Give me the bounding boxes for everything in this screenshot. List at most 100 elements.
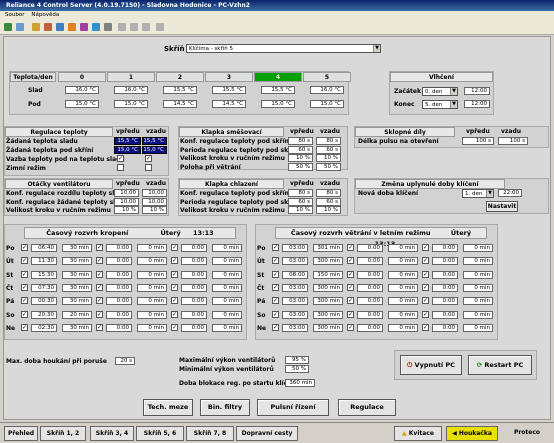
klapka_ch-value[interactable]: 60 s <box>288 197 313 206</box>
schedule-start-time-3[interactable]: 0:00 <box>432 244 458 252</box>
schedule-duration-3[interactable]: 0 min <box>463 323 493 332</box>
schedule-start-time-2[interactable]: 0:00 <box>357 310 383 319</box>
schedule-start-time-3[interactable]: 0:00 <box>432 323 458 332</box>
schedule-start-time-3[interactable]: 0:00 <box>181 297 207 306</box>
footer-button[interactable]: Pulsní řízení <box>257 399 329 416</box>
schedule-start-time-2[interactable]: 0:00 <box>357 270 383 279</box>
vlhceni-end-time[interactable]: 12:00 <box>464 100 490 108</box>
schedule-enable-checkbox[interactable]: ✓ <box>96 283 103 291</box>
schedule-enable-checkbox[interactable]: ✓ <box>347 270 354 278</box>
schedule-start-time[interactable]: 03:00 <box>282 297 308 306</box>
klapka_sm-value[interactable]: 60 s <box>316 145 341 154</box>
klapka_sm-value[interactable]: 50 % <box>288 162 313 171</box>
schedule-start-time-3[interactable]: 0:00 <box>432 310 458 319</box>
schedule-duration[interactable]: 300 min <box>313 323 343 332</box>
schedule-duration[interactable]: 300 min <box>313 257 343 266</box>
schedule-duration[interactable]: 20 min <box>62 310 92 319</box>
sklopne-value[interactable]: 100 s <box>462 137 494 145</box>
schedule-duration-2[interactable]: 0 min <box>388 270 418 279</box>
otacky-value[interactable]: 10,00 <box>142 189 167 197</box>
schedule-start-time[interactable]: 03:00 <box>282 257 308 266</box>
day-temp-value[interactable]: 16,0 °C <box>65 86 99 94</box>
schedule-duration[interactable]: 301 min <box>313 244 343 252</box>
alarm-icon[interactable] <box>68 23 76 31</box>
schedule-enable-checkbox[interactable]: ✓ <box>171 283 178 291</box>
schedule-start-time-2[interactable]: 0:00 <box>106 257 132 266</box>
day-col-3[interactable]: 3 <box>205 72 253 82</box>
schedule-start-time[interactable]: 06:40 <box>31 244 57 252</box>
regulace-value[interactable]: 15,0 °C <box>114 146 141 154</box>
schedule-duration-2[interactable]: 0 min <box>137 283 167 292</box>
schedule-duration-2[interactable]: 0 min <box>137 310 167 319</box>
schedule-start-time[interactable]: 07:30 <box>31 283 57 292</box>
schedule-duration[interactable]: 300 min <box>313 297 343 306</box>
schedule-start-time-3[interactable]: 0:00 <box>181 257 207 266</box>
schedule-duration-2[interactable]: 0 min <box>137 270 167 279</box>
schedule-duration-3[interactable]: 0 min <box>212 270 242 279</box>
edit-icon[interactable] <box>118 23 126 31</box>
schedule-start-time-3[interactable]: 0:00 <box>181 283 207 292</box>
schedule-enable-checkbox[interactable]: ✓ <box>96 297 103 305</box>
schedule-duration-3[interactable]: 0 min <box>212 297 242 306</box>
schedule-enable-checkbox[interactable]: ✓ <box>171 257 178 265</box>
regulace-value[interactable]: 15,0 °C <box>142 146 167 154</box>
paste-icon[interactable] <box>142 23 150 31</box>
schedule-enable-checkbox[interactable]: ✓ <box>347 257 354 265</box>
day-col-5[interactable]: 5 <box>303 72 351 82</box>
schedule-duration-3[interactable]: 0 min <box>212 244 242 252</box>
schedule-enable-checkbox[interactable]: ✓ <box>96 244 103 251</box>
schedule-start-time[interactable]: 03:00 <box>282 310 308 319</box>
day-temp-value[interactable]: 15,5 °C <box>212 86 246 94</box>
otacky-value[interactable]: 10 % <box>142 206 167 214</box>
schedule-duration[interactable]: 30 min <box>62 297 92 306</box>
schedule-enable-checkbox[interactable]: ✓ <box>347 310 354 318</box>
schedule-duration-3[interactable]: 0 min <box>463 310 493 319</box>
schedule-duration-3[interactable]: 0 min <box>463 270 493 279</box>
schedule-start-time-2[interactable]: 0:00 <box>106 310 132 319</box>
day-temp-value[interactable]: 15,0 °C <box>261 100 295 108</box>
klapka_ch-value[interactable]: 80 s <box>288 189 313 197</box>
footer-button[interactable]: Regulace <box>338 399 396 416</box>
schedule-duration[interactable]: 30 min <box>62 270 92 279</box>
user-icon[interactable] <box>44 23 52 31</box>
schedule-start-time-3[interactable]: 0:00 <box>181 244 207 252</box>
schedule-start-time-2[interactable]: 0:00 <box>106 323 132 332</box>
schedule-start-time-3[interactable]: 0:00 <box>181 270 207 279</box>
schedule-duration-3[interactable]: 0 min <box>212 257 242 266</box>
schedule-enable-checkbox[interactable]: ✓ <box>422 257 429 265</box>
day-temp-value[interactable]: 15,0 °C <box>310 100 344 108</box>
schedule-duration-3[interactable]: 0 min <box>463 257 493 266</box>
schedule-duration-2[interactable]: 0 min <box>388 310 418 319</box>
schedule-enable-checkbox[interactable]: ✓ <box>21 323 28 331</box>
klapka_ch-value[interactable]: 80 s <box>316 189 341 197</box>
schedule-enable-checkbox[interactable]: ✓ <box>347 244 354 251</box>
day-temp-value[interactable]: 14,5 °C <box>163 100 197 108</box>
schedule-duration-3[interactable]: 0 min <box>212 283 242 292</box>
schedule-start-time[interactable]: 03:00 <box>282 323 308 332</box>
day-col-2[interactable]: 2 <box>156 72 204 82</box>
nastavit-button[interactable]: Nastavit <box>486 201 518 212</box>
schedule-enable-checkbox[interactable]: ✓ <box>422 244 429 251</box>
schedule-start-time[interactable]: 02:30 <box>31 323 57 332</box>
schedule-enable-checkbox[interactable]: ✓ <box>272 310 279 318</box>
schedule-enable-checkbox[interactable]: ✓ <box>272 297 279 305</box>
day-temp-value[interactable]: 14,5 °C <box>212 100 246 108</box>
vazba-checkbox[interactable]: ✓ <box>145 155 152 162</box>
schedule-start-time-2[interactable]: 0:00 <box>357 297 383 306</box>
day-temp-value[interactable]: 16,0 °C <box>310 86 344 94</box>
day-col-4[interactable]: 4 <box>254 72 302 82</box>
klapka_sm-value[interactable]: 80 s <box>316 137 341 145</box>
schedule-enable-checkbox[interactable]: ✓ <box>171 244 178 251</box>
trend-icon[interactable] <box>80 23 88 31</box>
schedule-enable-checkbox[interactable]: ✓ <box>272 323 279 331</box>
vlhceni-end-day[interactable]: 5. den ▼ <box>422 100 458 109</box>
schedule-start-time[interactable]: 20:30 <box>31 310 57 319</box>
home-icon[interactable] <box>4 23 12 31</box>
vlhceni-start-time[interactable]: 12:00 <box>464 87 490 95</box>
restart-pc-button[interactable]: ⟳ Restart PC <box>468 355 532 375</box>
chart-icon[interactable] <box>92 23 100 31</box>
day-temp-value[interactable]: 15,5 °C <box>261 86 295 94</box>
zimni-checkbox[interactable] <box>145 164 152 171</box>
schedule-start-time-2[interactable]: 0:00 <box>106 270 132 279</box>
schedule-start-time[interactable]: 00:30 <box>31 297 57 306</box>
